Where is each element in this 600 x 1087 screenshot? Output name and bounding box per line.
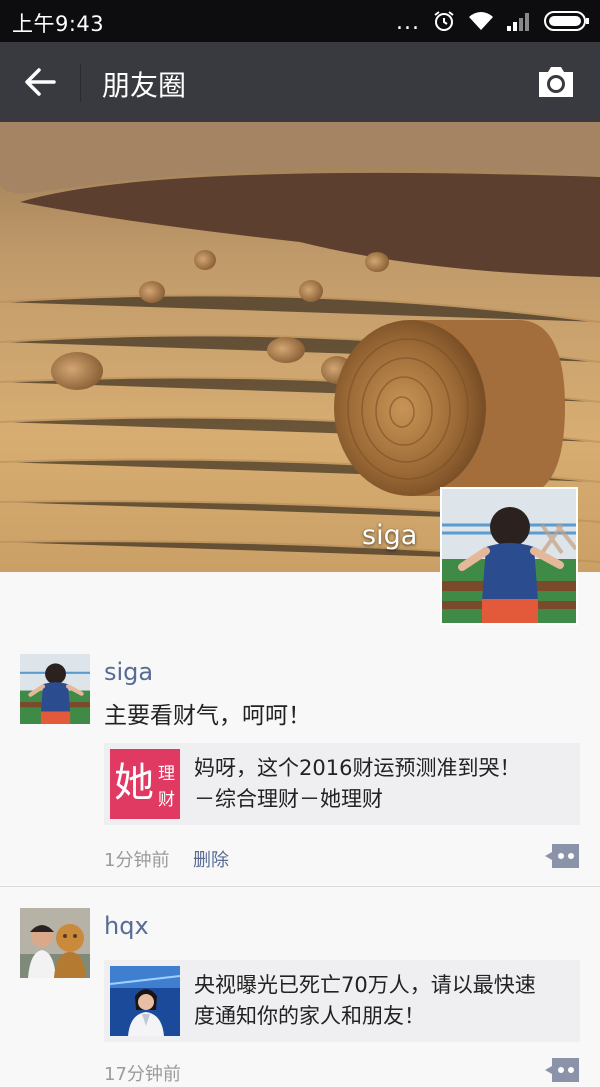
back-arrow-icon	[25, 68, 56, 96]
avatar[interactable]	[20, 654, 90, 724]
back-button[interactable]	[18, 62, 64, 102]
page-title: 朋友圈	[102, 69, 187, 102]
camera-button[interactable]	[536, 64, 576, 100]
avatar[interactable]	[20, 908, 90, 978]
link-text: 央视曝光已死亡70万人，请以最快速 度通知你的家人和朋友！	[194, 970, 574, 1032]
link-title-line2: －综合理财－她理财	[194, 787, 383, 811]
link-card[interactable]: 央视曝光已死亡70万人，请以最快速 度通知你的家人和朋友！	[104, 960, 580, 1042]
people-avatar-image	[20, 908, 90, 978]
link-thumb-side-2: 财	[158, 790, 175, 810]
moment-post: hqx 央视曝光已死亡70万人，请以最快速 度通知你的家人和朋友！ 17分钟前	[0, 904, 600, 1085]
post-author-name[interactable]: hqx	[104, 912, 149, 940]
news-anchor-image	[110, 966, 180, 1036]
link-title-line1: 妈呀，这个2016财运预测准到哭！	[194, 756, 521, 780]
baby-avatar-image	[20, 654, 90, 724]
comment-button[interactable]	[544, 1057, 580, 1083]
delete-button[interactable]: 删除	[193, 846, 229, 872]
camera-icon	[539, 67, 573, 97]
wifi-icon	[469, 12, 493, 30]
link-thumb-side-1: 理	[158, 764, 175, 784]
more-dots-icon: ...	[396, 10, 420, 35]
cover-username: siga	[362, 520, 418, 551]
link-thumbnail: 她 理 财	[110, 749, 180, 819]
alarm-icon	[434, 11, 454, 31]
post-text: 主要看财气，呵呵！	[104, 703, 311, 729]
post-time: 1分钟前	[104, 850, 170, 871]
moment-post: siga 主要看财气，呵呵！ 她 理 财 妈呀，这个2016财运预测准到哭！ －…	[0, 650, 600, 886]
signal-icon	[507, 13, 529, 31]
post-divider	[0, 886, 600, 887]
post-author-name[interactable]: siga	[104, 658, 153, 686]
nav-bar: 朋友圈	[0, 42, 600, 122]
link-card[interactable]: 她 理 财 妈呀，这个2016财运预测准到哭！ －综合理财－她理财	[104, 743, 580, 825]
link-title-line1: 央视曝光已死亡70万人，请以最快速	[194, 973, 536, 997]
link-thumbnail	[110, 966, 180, 1036]
status-icons: ...	[396, 8, 590, 34]
cover-avatar[interactable]	[440, 487, 578, 625]
baby-avatar-image	[442, 489, 576, 623]
nav-divider	[80, 64, 81, 102]
link-title-line2: 度通知你的家人和朋友！	[194, 1004, 425, 1028]
link-text: 妈呀，这个2016财运预测准到哭！ －综合理财－她理财	[194, 753, 574, 815]
comment-icon	[545, 844, 579, 868]
battery-icon	[544, 11, 589, 31]
status-time: 上午9:43	[12, 12, 105, 36]
link-thumb-char: 她	[114, 760, 154, 806]
comment-button[interactable]	[544, 843, 580, 869]
comment-icon	[545, 1058, 579, 1082]
post-time: 17分钟前	[104, 1064, 181, 1085]
status-bar: 上午9:43 ...	[0, 0, 600, 42]
